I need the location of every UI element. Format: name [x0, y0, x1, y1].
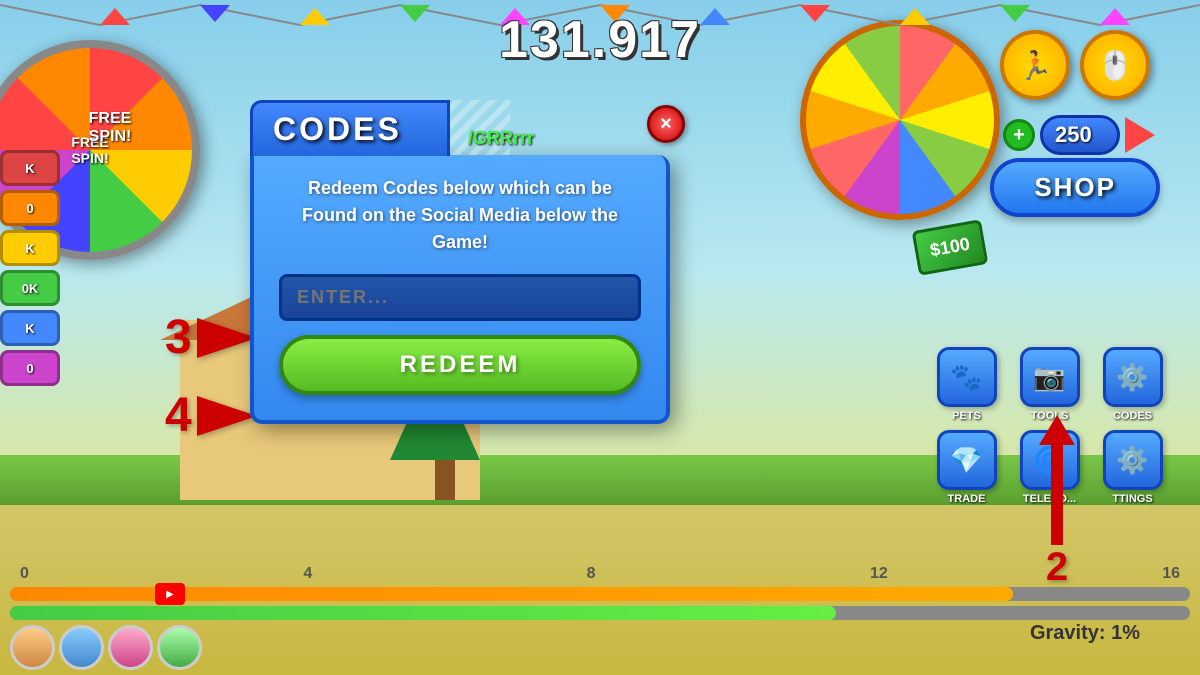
scale-12: 12	[870, 565, 888, 583]
arrow-4-icon	[197, 396, 257, 436]
left-btn-1[interactable]: K	[0, 150, 60, 186]
modal-desc-line1: Redeem Codes below which can be	[308, 178, 612, 198]
progress-bar-orange	[10, 587, 1190, 601]
instruction-arrow-2: 2	[1039, 415, 1075, 590]
codes-icon: ⚙️	[1103, 347, 1163, 407]
left-btn-6[interactable]: 0	[0, 350, 60, 386]
code-input[interactable]	[279, 274, 641, 321]
avatar-4	[157, 625, 202, 670]
instruction-arrow-3: 3	[165, 310, 257, 365]
tools-icon-btn[interactable]: 📷 TOOLS	[1012, 347, 1087, 422]
instruction-number-4: 4	[165, 388, 192, 443]
settings-label: TTINGS	[1112, 493, 1152, 505]
shop-button[interactable]: SHOP	[990, 158, 1160, 217]
modal-desc-line2: Found on the Social Media below the Game…	[302, 205, 618, 252]
youtube-icon[interactable]	[155, 583, 185, 605]
left-btn-2[interactable]: 0	[0, 190, 60, 226]
left-btn-3[interactable]: K	[0, 230, 60, 266]
left-btn-5[interactable]: K	[0, 310, 60, 346]
arrow-2-shaft	[1051, 445, 1063, 545]
left-buttons: K 0 K 0K K 0	[0, 150, 60, 386]
modal-close-button[interactable]: ×	[647, 105, 685, 143]
trade-icon-btn[interactable]: 💎 TRADE	[929, 430, 1004, 505]
trade-icon: 💎	[937, 430, 997, 490]
arrow-3-icon	[197, 318, 257, 358]
instruction-number-2: 2	[1046, 545, 1068, 590]
scale-4: 4	[303, 565, 312, 583]
avatar-1	[10, 625, 55, 670]
free-spin-label: FREESPIN!	[30, 110, 190, 146]
modal-title-bg: CODES	[250, 100, 450, 156]
modal-body: Redeem Codes below which can be Found on…	[250, 155, 670, 424]
right-spin-wheel[interactable]	[800, 20, 1000, 220]
currency-bar: + 250	[1003, 115, 1155, 155]
codes-label: CODES	[1113, 410, 1152, 422]
arrow-2-head	[1039, 415, 1075, 445]
run-button[interactable]: 🏃	[1000, 30, 1070, 100]
avatar-2	[59, 625, 104, 670]
tools-icon: 📷	[1020, 347, 1080, 407]
settings-icon-btn[interactable]: ⚙️ TTINGS	[1095, 430, 1170, 505]
modal-description: Redeem Codes below which can be Found on…	[279, 175, 641, 256]
add-currency-button[interactable]: +	[1003, 119, 1035, 151]
grrr-text: /GRRrrr	[468, 128, 534, 149]
bar-green-fill	[10, 606, 836, 620]
instruction-arrow-4: 4	[165, 388, 257, 443]
avatar-3	[108, 625, 153, 670]
modal-title: CODES	[273, 111, 402, 148]
gravity-text: Gravity: 1%	[1030, 622, 1140, 645]
currency-amount: 250	[1040, 115, 1120, 155]
codes-modal: CODES × Redeem Codes below which can be …	[250, 100, 670, 424]
pets-label: PETS	[952, 410, 981, 422]
codes-icon-btn[interactable]: ⚙️ CODES	[1095, 347, 1170, 422]
pets-icon-btn[interactable]: 🐾 PETS	[929, 347, 1004, 422]
avatars	[10, 625, 202, 670]
scale-16: 16	[1162, 565, 1180, 583]
tree-trunk	[435, 460, 455, 500]
trade-label: TRADE	[948, 493, 986, 505]
cursor-button[interactable]: 🖱️	[1080, 30, 1150, 100]
settings-icon: ⚙️	[1103, 430, 1163, 490]
currency-arrow-button[interactable]	[1125, 117, 1155, 153]
score-display: 131.917	[499, 10, 701, 70]
progress-bar-green	[10, 606, 1190, 620]
modal-titlebar: CODES ×	[250, 100, 670, 155]
redeem-button[interactable]: REDEEM	[279, 335, 641, 395]
scale-8: 8	[587, 565, 596, 583]
scale-0: 0	[20, 565, 29, 583]
instruction-number-3: 3	[165, 310, 192, 365]
progress-scale: 0 4 8 12 16	[10, 565, 1190, 583]
left-btn-4[interactable]: 0K	[0, 270, 60, 306]
pets-icon: 🐾	[937, 347, 997, 407]
